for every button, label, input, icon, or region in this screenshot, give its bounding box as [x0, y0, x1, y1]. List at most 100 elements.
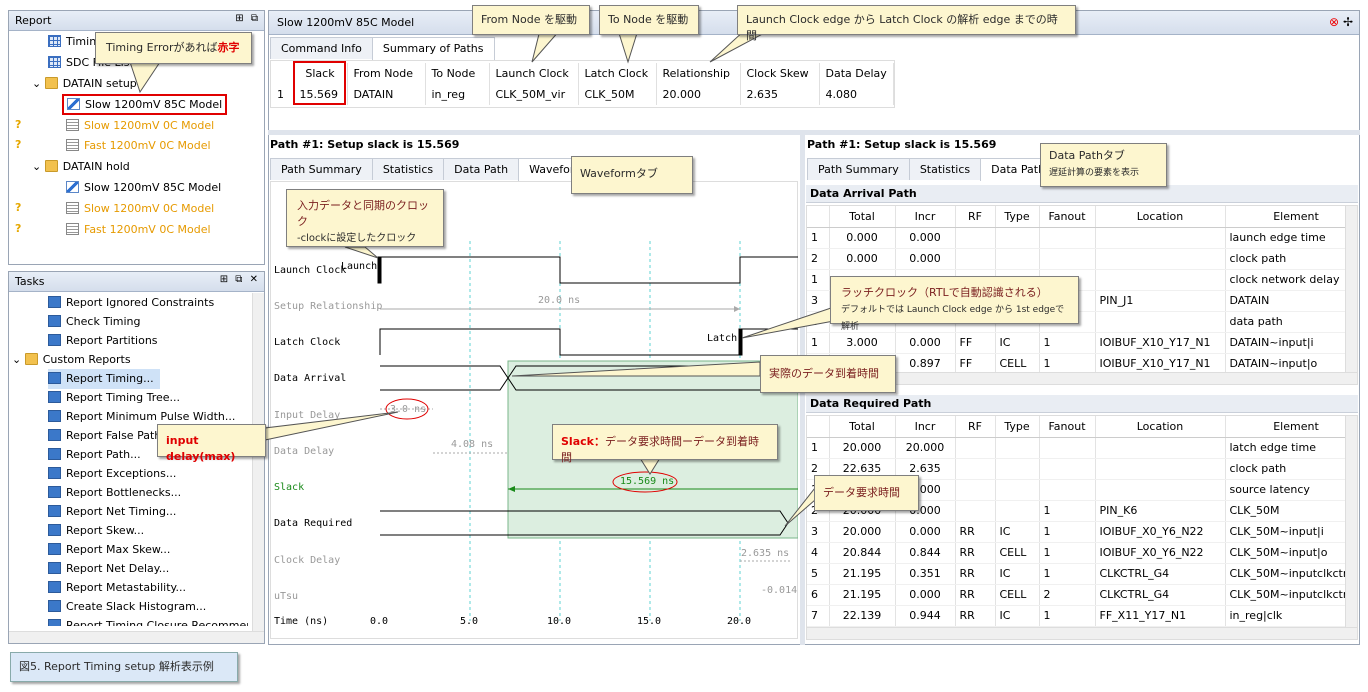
table-row[interactable]: 1 0.000 0.000 launch edge time	[807, 227, 1357, 249]
table-row[interactable]: 6 21.195 0.000 RR CELL 2 CLKCTRL_G4 CLK_50M~inp…	[807, 584, 1357, 606]
task-item[interactable]: Report Net Delay...	[48, 559, 169, 579]
tab-data-path[interactable]: Data Path	[443, 158, 520, 180]
tree-item-setup-slow85[interactable]: Slow 1200mV 85C Model	[62, 94, 228, 115]
task-item[interactable]: Report Partitions	[48, 331, 158, 351]
tree-item-datain-setup[interactable]: ⌄ DATAIN setup	[32, 74, 137, 94]
required-vscroll[interactable]	[1345, 416, 1357, 629]
wf-label-launch-clock: Launch Clock	[274, 265, 347, 276]
tick-10: 10.0	[547, 616, 572, 627]
task-icon	[48, 296, 61, 308]
table-row[interactable]: 1 15.569 DATAIN in_reg CLK_50M_vir CLK_50M 20.…	[271, 84, 894, 105]
tasks-hscrollbar[interactable]	[9, 631, 264, 643]
warning-icon: ?	[15, 118, 22, 131]
launch-edge-marker	[377, 256, 382, 284]
col-to-node[interactable]: To Node	[425, 63, 490, 84]
panel-buttons[interactable]: ⊞ ⧉	[235, 13, 260, 24]
tree-item-hold-fast0[interactable]: Fast 1200mV 0C Model	[66, 220, 211, 240]
column-header[interactable]: Total	[829, 416, 896, 438]
table-header-row: Total Incr RF Type Fanout Location Element	[807, 206, 1357, 228]
column-header[interactable]: Element	[1225, 206, 1357, 228]
task-item[interactable]: Report Metastability...	[48, 578, 186, 598]
arrival-vscroll[interactable]	[1345, 206, 1357, 374]
tasks-folder-custom-reports[interactable]: ⌄ Custom Reports	[12, 350, 131, 370]
column-header[interactable]: RF	[955, 416, 996, 438]
tab-statistics[interactable]: Statistics	[371, 158, 445, 180]
task-item[interactable]: Report Path...	[48, 445, 141, 465]
tree-item-hold-slow0[interactable]: Slow 1200mV 0C Model	[66, 199, 214, 219]
column-header[interactable]: Total	[829, 206, 896, 228]
tree-item-setup-slow0[interactable]: Slow 1200mV 0C Model	[66, 116, 214, 136]
tab-path-summary[interactable]: Path Summary	[270, 158, 373, 180]
tree-item-datain-hold[interactable]: ⌄ DATAIN hold	[32, 157, 130, 177]
tab-path-summary-right[interactable]: Path Summary	[807, 158, 910, 180]
column-header[interactable]: Incr	[895, 206, 956, 228]
document-icon	[66, 202, 79, 214]
report-panel-title: Report ⊞ ⧉	[9, 11, 264, 31]
task-item[interactable]: Report Bottlenecks...	[48, 483, 181, 503]
col-latch-clock[interactable]: Latch Clock	[578, 63, 657, 84]
tab-command-info[interactable]: Command Info	[270, 37, 373, 59]
launch-clock-wave	[379, 256, 798, 284]
required-hscroll[interactable]	[807, 627, 1357, 639]
table-row[interactable]: 2 0.000 0.000 clock path	[807, 248, 1357, 270]
col-launch-clock[interactable]: Launch Clock	[489, 63, 579, 84]
wf-label-data-arrival: Data Arrival	[274, 373, 347, 384]
column-header[interactable]: RF	[955, 206, 996, 228]
tab-summary-of-paths[interactable]: Summary of Paths	[371, 37, 495, 60]
task-item[interactable]: Report Timing...	[48, 369, 160, 389]
tick-15: 15.0	[637, 616, 662, 627]
column-header[interactable]: Location	[1095, 416, 1226, 438]
table-row[interactable]: 3 20.000 0.000 RR IC 1 IOIBUF_X0_Y6_N22 CLK_50M…	[807, 521, 1357, 543]
column-header[interactable]: Fanout	[1039, 416, 1096, 438]
callout-slack: Slack：データ要求時間ーデータ到着時間	[552, 424, 778, 464]
task-item[interactable]: Report False Path...	[48, 426, 172, 446]
task-item[interactable]: Report Net Timing...	[48, 502, 176, 522]
task-item[interactable]: Report Ignored Constraints	[48, 293, 214, 313]
task-icon	[48, 600, 61, 612]
task-item[interactable]: Create Slack Histogram...	[48, 597, 206, 617]
column-header[interactable]: Fanout	[1039, 206, 1096, 228]
tab-statistics-right[interactable]: Statistics	[908, 158, 982, 180]
summary-table-wrap: Slack From Node To Node Launch Clock Latch C…	[270, 60, 895, 108]
folder-icon	[24, 353, 38, 365]
relationship-text: 20.0 ns	[538, 295, 581, 306]
table-row[interactable]: 1 20.000 20.000 latch edge time	[807, 437, 1357, 459]
task-item[interactable]: Report Max Skew...	[48, 540, 170, 560]
task-item[interactable]: Report Skew...	[48, 521, 144, 541]
report-title: Report	[15, 14, 52, 27]
task-item[interactable]: Check Timing	[48, 312, 141, 332]
wf-label-utsu: uTsu	[274, 591, 299, 602]
col-relationship[interactable]: Relationship	[656, 63, 741, 84]
table-header-row: Total Incr RF Type Fanout Location Element	[807, 416, 1357, 438]
column-header[interactable]: Incr	[895, 416, 956, 438]
column-header[interactable]: Location	[1095, 206, 1226, 228]
table-row[interactable]: 7 22.139 0.944 RR IC 1 FF_X11_Y17_N1 in_reg|clk	[807, 605, 1357, 627]
utsu-text: -0.014	[761, 585, 798, 596]
task-item[interactable]: Report Timing Tree...	[48, 388, 180, 408]
col-from-node[interactable]: From Node	[347, 63, 426, 84]
column-header[interactable]: Type	[995, 206, 1040, 228]
callout-input-clock: 入力データと同期のクロック -clockに設定したクロック	[286, 189, 444, 247]
tree-item-hold-slow85[interactable]: Slow 1200mV 85C Model	[66, 178, 221, 198]
latch-text: Latch	[707, 333, 738, 344]
tick-0: 0.0	[370, 616, 389, 627]
column-header[interactable]	[807, 206, 830, 228]
column-header[interactable]	[807, 416, 830, 438]
tick-5: 5.0	[460, 616, 479, 627]
table-row[interactable]: 1 3.000 0.000 FF IC 1 IOIBUF_X10_Y17_N1 DATAIN~…	[807, 332, 1357, 354]
document-icon	[66, 139, 79, 151]
task-item[interactable]: Report Exceptions...	[48, 464, 176, 484]
col-clock-skew[interactable]: Clock Skew	[740, 63, 820, 84]
table-row[interactable]: 4 20.844 0.844 RR CELL 1 IOIBUF_X0_Y6_N22 CLK_5…	[807, 542, 1357, 564]
column-header[interactable]: Type	[995, 416, 1040, 438]
tasks-scrollbar[interactable]	[252, 293, 264, 631]
pin-icon[interactable]: ✢	[1343, 15, 1353, 29]
task-icon	[48, 372, 61, 384]
column-header[interactable]: Element	[1225, 416, 1357, 438]
table-row[interactable]: 5 21.195 0.351 RR IC 1 CLKCTRL_G4 CLK_50M~input…	[807, 563, 1357, 585]
panel-buttons[interactable]: ⊞ ⧉ ✕	[220, 274, 260, 285]
right-path-tabs: Path Summary Statistics Data Path	[807, 158, 1057, 181]
tree-item-setup-fast0[interactable]: Fast 1200mV 0C Model	[66, 136, 211, 156]
col-data-delay[interactable]: Data Delay	[819, 63, 894, 84]
close-icon[interactable]: ⊗	[1329, 15, 1339, 29]
